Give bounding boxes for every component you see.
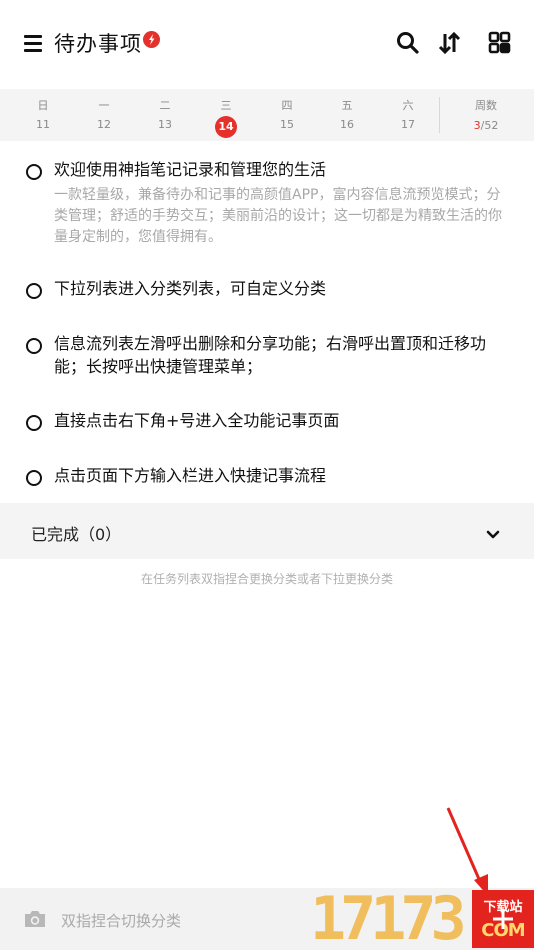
calendar-day-today[interactable]: 三 14 bbox=[201, 89, 251, 141]
calendar-day[interactable]: 一 12 bbox=[79, 89, 129, 141]
calendar-day[interactable]: 五 16 bbox=[322, 89, 372, 141]
task-checkbox[interactable] bbox=[26, 283, 42, 299]
task-text: 直接点击右下角+号进入全功能记事页面 bbox=[54, 411, 340, 430]
category-hint: 在任务列表双指捏合更换分类或者下拉更换分类 bbox=[140, 572, 393, 586]
week-number: 周数 3/52 bbox=[458, 89, 514, 141]
calendar-day[interactable]: 二 13 bbox=[140, 89, 190, 141]
completed-section-header[interactable]: 已完成（0） bbox=[0, 503, 534, 559]
plus-icon[interactable] bbox=[490, 906, 516, 932]
task-text: 点击页面下方输入栏进入快捷记事流程 bbox=[54, 466, 327, 485]
search-icon[interactable] bbox=[395, 30, 421, 56]
task-text: 下拉列表进入分类列表，可自定义分类 bbox=[54, 279, 327, 298]
grid-icon[interactable] bbox=[487, 30, 513, 56]
sort-icon[interactable] bbox=[437, 30, 463, 56]
task-text: 欢迎使用神指笔记记录和管理您的生活 bbox=[54, 160, 327, 179]
calendar-day[interactable]: 六 17 bbox=[383, 89, 433, 141]
calendar-day[interactable]: 日 11 bbox=[18, 89, 68, 141]
completed-label: 已完成（0） bbox=[31, 525, 122, 544]
calendar-day[interactable]: 四 15 bbox=[262, 89, 312, 141]
lightning-badge-icon bbox=[143, 31, 160, 48]
task-checkbox[interactable] bbox=[26, 164, 42, 180]
app-header: 待办事项 bbox=[0, 0, 534, 88]
week-total: /52 bbox=[480, 119, 499, 132]
chevron-down-icon[interactable] bbox=[485, 526, 501, 545]
page-title[interactable]: 待办事项 bbox=[54, 28, 142, 58]
quick-input-placeholder[interactable]: 双指捏合切换分类 bbox=[61, 910, 181, 931]
week-calendar: 日 11 一 12 二 13 三 14 四 15 五 16 六 17 周数 3/52 bbox=[0, 89, 534, 141]
task-checkbox[interactable] bbox=[26, 338, 42, 354]
task-checkbox[interactable] bbox=[26, 415, 42, 431]
watermark-digits: 17173 bbox=[310, 884, 467, 950]
calendar-divider bbox=[439, 97, 440, 133]
task-description: 一款轻量级，兼备待办和记事的高颜值APP，富内容信息流预览模式；分类管理；舒适的… bbox=[54, 187, 502, 245]
task-text: 信息流列表左滑呼出删除和分享功能；右滑呼出置顶和迁移功能；长按呼出快捷管理菜单； bbox=[54, 334, 487, 376]
week-label: 周数 bbox=[475, 99, 497, 112]
week-current: 3 bbox=[473, 119, 481, 132]
camera-icon[interactable] bbox=[23, 909, 47, 933]
annotation-arrow-icon bbox=[440, 800, 500, 904]
task-checkbox[interactable] bbox=[26, 470, 42, 486]
menu-icon[interactable] bbox=[24, 35, 42, 52]
